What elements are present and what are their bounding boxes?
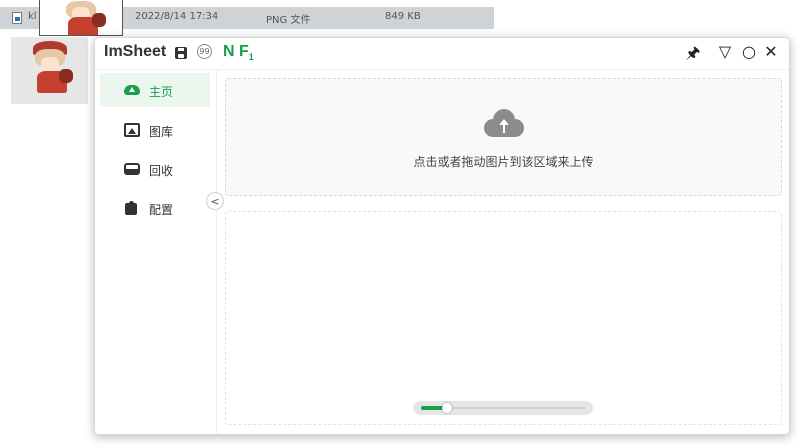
imsheet-window: ImSheet 99 N F1 🖈 ▽ ○ ✕ 主页 图库 回收 配置 < 点击… — [94, 37, 790, 435]
sidebar-item-home[interactable]: 主页 — [100, 73, 210, 107]
minimize-icon[interactable]: ▽ — [716, 42, 734, 61]
sidebar-item-label: 主页 — [149, 85, 174, 99]
file-icon — [12, 12, 22, 24]
maximize-icon[interactable]: ○ — [740, 42, 758, 61]
desktop-image-thumbnail[interactable] — [11, 37, 88, 104]
sidebar-item-recycle[interactable]: 回收 — [100, 152, 210, 186]
sidebar-item-label: 回收 — [149, 164, 174, 178]
counter-badge[interactable]: 99 — [197, 44, 212, 59]
cloud-upload-icon — [124, 83, 140, 97]
slider-handle[interactable] — [442, 403, 452, 413]
drag-thumbnail-image[interactable] — [39, 0, 123, 36]
sidebar: 主页 图库 回收 配置 — [95, 70, 217, 434]
close-icon[interactable]: ✕ — [762, 42, 780, 61]
explorer-size: 849 KB — [385, 11, 421, 22]
nf-label[interactable]: N F1 — [223, 43, 254, 62]
upload-hint: 点击或者拖动图片到该区域来上传 — [413, 155, 594, 169]
image-list-area — [225, 211, 782, 425]
sidebar-item-gallery[interactable]: 图库 — [100, 113, 210, 147]
sidebar-item-config[interactable]: 配置 — [100, 191, 210, 225]
size-slider[interactable] — [413, 401, 593, 415]
explorer-date: 2022/8/14 17:34 — [135, 11, 219, 22]
sidebar-item-label: 图库 — [149, 125, 174, 139]
titlebar[interactable]: ImSheet 99 N F1 🖈 ▽ ○ ✕ — [95, 38, 789, 70]
recycle-bin-icon — [124, 163, 140, 175]
gallery-icon — [124, 123, 140, 137]
explorer-type: PNG 文件 — [266, 15, 311, 26]
pin-icon[interactable]: 🖈 — [684, 42, 702, 69]
sidebar-collapse-button[interactable]: < — [206, 192, 224, 210]
upload-dropzone[interactable]: 点击或者拖动图片到该区域来上传 — [225, 78, 782, 196]
cloud-upload-icon — [484, 109, 524, 137]
app-title: ImSheet — [104, 43, 167, 60]
save-icon[interactable] — [175, 47, 187, 59]
explorer-filename: kl — [28, 11, 37, 22]
sidebar-item-label: 配置 — [149, 203, 174, 217]
puzzle-icon — [124, 201, 140, 215]
